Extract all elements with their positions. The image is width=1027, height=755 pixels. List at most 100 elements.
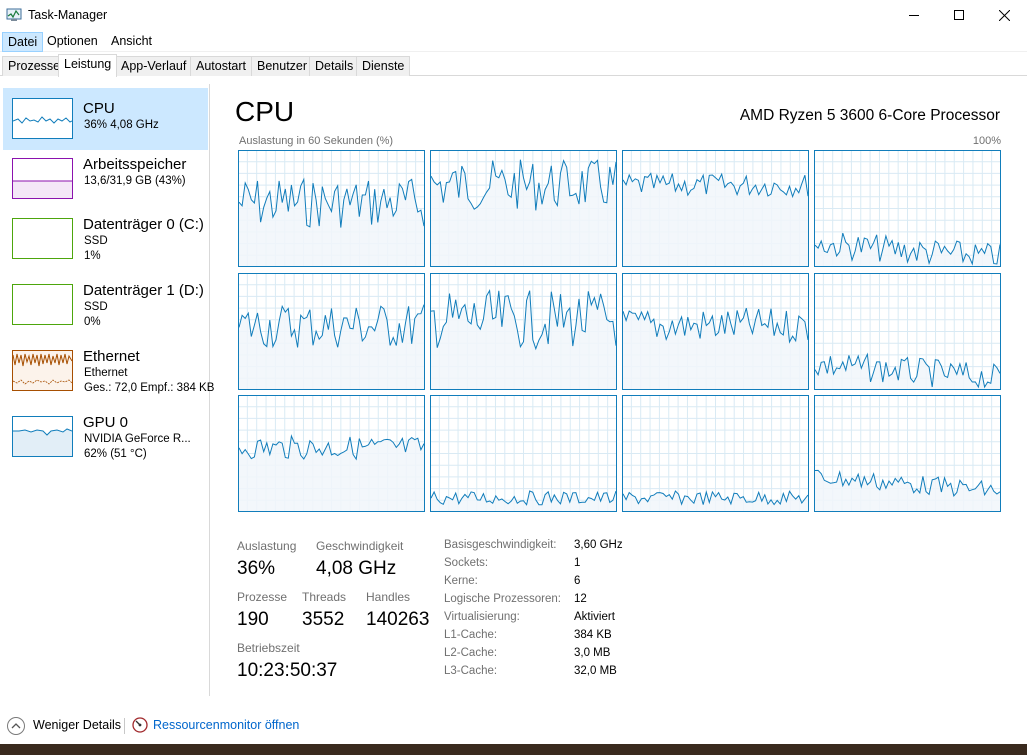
minimize-button[interactable] (891, 0, 937, 30)
tab-benutzer[interactable]: Benutzer (251, 56, 314, 76)
logical-processor-graph (622, 395, 809, 512)
sidebar-item-cpu[interactable]: CPU 36% 4,08 GHz (3, 88, 208, 150)
task-manager-icon (6, 8, 22, 21)
sidebar-item-title: CPU (83, 100, 115, 117)
sidebar-item-title: Datenträger 1 (D:) (83, 282, 204, 299)
logical-processor-graph (430, 150, 617, 267)
sidebar-item-title: Ethernet (83, 348, 140, 365)
disk-0-thumbnail (12, 218, 73, 259)
sidebar-item-detail: 62% (51 °C) (84, 448, 147, 460)
tab-bar: Prozesse Leistung App-Verlauf Autostart … (0, 54, 1027, 77)
footer-bar: Weniger Details Ressourcenmonitor öffnen (0, 706, 1027, 744)
logical-processor-graph (622, 150, 809, 267)
cpu-thumbnail-graph (13, 116, 72, 124)
cpu-thumbnail (12, 98, 73, 139)
task-manager-window: Task-Manager Datei Optionen Ansicht Proz… (0, 0, 1027, 755)
menu-bar: Datei Optionen Ansicht (0, 30, 1027, 52)
logical-processor-graph (814, 272, 1001, 390)
resource-monitor-icon-svg (132, 717, 148, 733)
logical-processor-graph (430, 395, 617, 512)
tab-details[interactable]: Details (309, 56, 360, 76)
logical-processor-graphs (238, 150, 1002, 512)
maximize-button[interactable] (936, 0, 982, 30)
memory-thumbnail (12, 158, 73, 199)
threads-label: Threads (302, 590, 347, 604)
logical-processor-graph (238, 272, 425, 390)
minimize-icon (909, 15, 919, 16)
performance-sidebar: CPU 36% 4,08 GHz Arbeitsspeicher 13,6/31… (0, 84, 214, 696)
window-title: Task-Manager (28, 8, 108, 22)
sidebar-item-memory[interactable]: Arbeitsspeicher 13,6/31,9 GB (43%) (3, 150, 208, 212)
sidebar-item-title: Arbeitsspeicher (83, 156, 187, 173)
graph-max-label: 100% (972, 135, 1001, 147)
spec-value: 1 (574, 557, 581, 569)
logical-processor-graph (622, 272, 809, 390)
speed-value: 4,08 GHz (316, 558, 397, 579)
ethernet-thumbnail-graph (13, 353, 72, 385)
handles-value: 140263 (366, 609, 430, 630)
spec-label: Kerne: (444, 575, 478, 587)
sidebar-item-disk-1[interactable]: Datenträger 1 (D:) SSD 0% (3, 278, 208, 340)
utilization-value: 36% (237, 558, 276, 579)
logical-processor-graph (814, 395, 1001, 512)
sidebar-item-detail: SSD (84, 235, 108, 247)
ethernet-thumbnail (12, 350, 73, 391)
chevron-up-circle-icon (7, 717, 25, 735)
processes-value: 190 (237, 609, 269, 630)
sidebar-item-disk-0[interactable]: Datenträger 0 (C:) SSD 1% (3, 212, 208, 274)
fewer-details-link[interactable]: Weniger Details (33, 718, 121, 732)
sidebar-item-detail: SSD (84, 301, 108, 313)
logical-processor-graph (238, 150, 425, 267)
spec-value: 12 (574, 593, 587, 605)
handles-label: Handles (366, 590, 411, 604)
tab-dienste[interactable]: Dienste (356, 56, 411, 76)
sidebar-item-title: Datenträger 0 (C:) (83, 216, 204, 233)
memory-thumbnail-graph (13, 180, 72, 198)
spec-label: Logische Prozessoren: (444, 593, 561, 605)
sidebar-item-detail: NVIDIA GeForce R... (84, 433, 191, 445)
close-button[interactable] (981, 0, 1027, 30)
sidebar-item-ethernet[interactable]: Ethernet Ethernet Ges.: 72,0 Empf.: 384 … (3, 344, 214, 406)
sidebar-item-detail: 1% (84, 250, 101, 262)
logical-processor-graph (814, 150, 1001, 267)
spec-label: Basisgeschwindigkeit: (444, 539, 557, 551)
tab-prozesse[interactable]: Prozesse (2, 56, 67, 76)
page-title: CPU (235, 96, 295, 127)
sidebar-item-detail: Ges.: 72,0 Empf.: 384 KB (84, 382, 215, 394)
utilization-label: Auslastung (237, 539, 297, 553)
spec-value: 6 (574, 575, 581, 587)
menu-datei[interactable]: Datei (2, 32, 44, 52)
resource-monitor-link[interactable]: Ressourcenmonitor öffnen (153, 718, 299, 732)
desktop-background-strip (0, 744, 1027, 755)
uptime-value: 10:23:50:37 (237, 660, 338, 681)
resource-monitor-icon[interactable] (132, 717, 148, 733)
logical-processor-graph (430, 272, 617, 390)
fewer-details-button[interactable] (6, 716, 26, 736)
spec-value: 3,60 GHz (574, 539, 623, 551)
maximize-icon (954, 10, 964, 20)
spec-label: Sockets: (444, 557, 489, 569)
processes-label: Prozesse (237, 590, 288, 604)
spec-label: L1-Cache: (444, 629, 498, 641)
logical-processor-graph (238, 395, 425, 512)
speed-label: Geschwindigkeit (316, 539, 404, 553)
tab-app-verlauf[interactable]: App-Verlauf (115, 56, 193, 76)
sidebar-item-gpu[interactable]: GPU 0 NVIDIA GeForce R... 62% (51 °C) (3, 410, 208, 472)
processor-name: AMD Ryzen 5 3600 6-Core Processor (739, 107, 1000, 124)
menu-ansicht[interactable]: Ansicht (106, 32, 157, 52)
sidebar-item-detail: 36% 4,08 GHz (84, 119, 159, 131)
footer-divider (124, 718, 125, 734)
graph-caption: Auslastung in 60 Sekunden (%) (239, 135, 394, 147)
uptime-label: Betriebszeit (237, 641, 300, 655)
sidebar-item-detail: 13,6/31,9 GB (43%) (84, 175, 186, 187)
spec-value: 384 KB (574, 629, 612, 641)
sidebar-item-detail: 0% (84, 316, 101, 328)
menu-optionen[interactable]: Optionen (42, 32, 103, 52)
close-icon (998, 9, 1010, 21)
threads-value: 3552 (302, 609, 345, 630)
spec-value: Aktiviert (574, 611, 615, 623)
spec-value: 32,0 MB (574, 665, 617, 677)
spec-label: L2-Cache: (444, 647, 498, 659)
tab-leistung[interactable]: Leistung (58, 54, 118, 77)
tab-autostart[interactable]: Autostart (190, 56, 253, 76)
